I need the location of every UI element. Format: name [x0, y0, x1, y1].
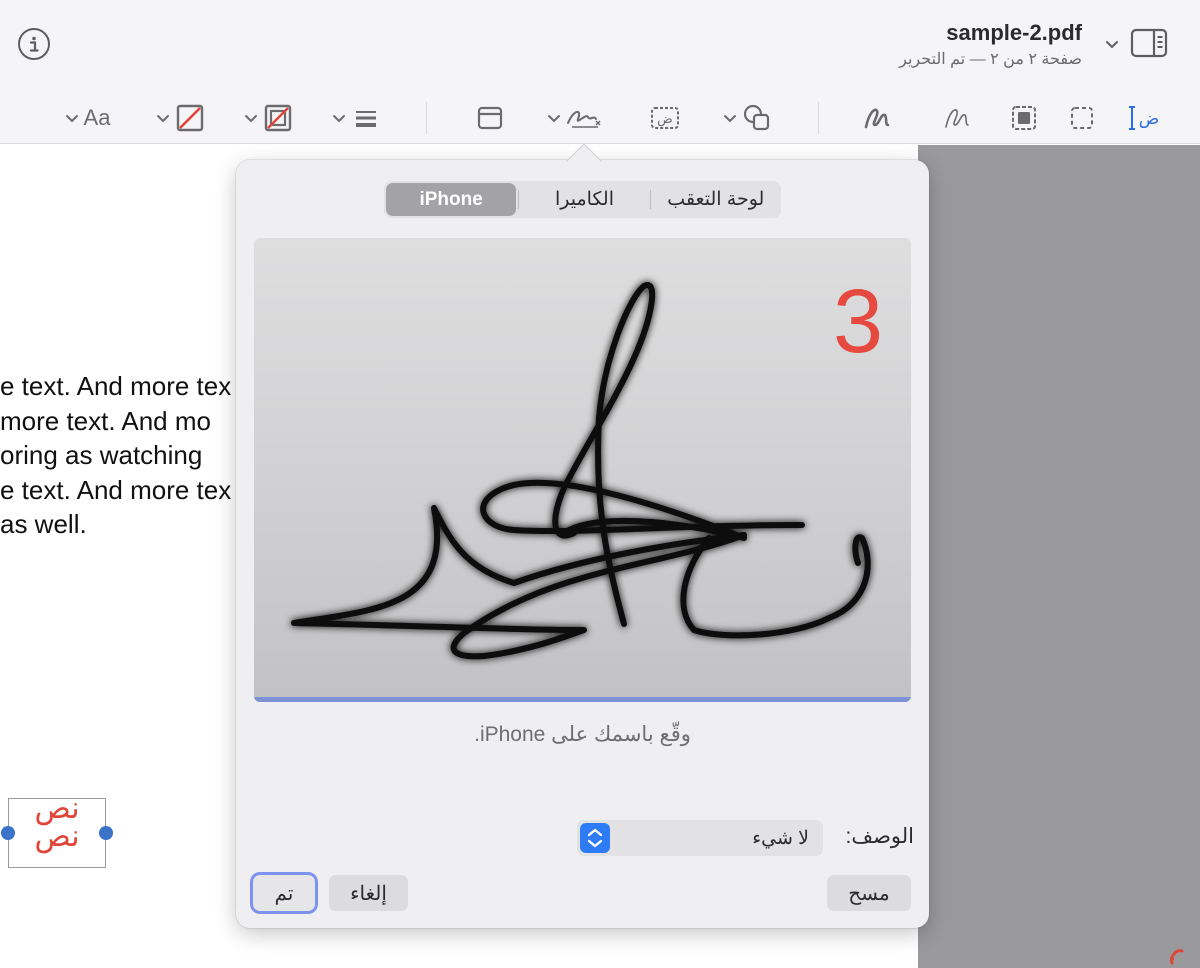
chevron-down-icon [157, 115, 169, 123]
text-box-glyph: ض [657, 112, 673, 127]
tab-iphone[interactable]: iPhone [386, 183, 517, 216]
info-icon[interactable] [18, 28, 50, 60]
resize-handle-right[interactable] [99, 826, 113, 840]
clear-button[interactable]: مسح [827, 875, 911, 911]
text-box-icon: ض [651, 107, 679, 129]
resize-handle-left[interactable] [1, 826, 15, 840]
note-icon [477, 106, 503, 130]
note-button[interactable] [470, 92, 510, 144]
text-style-button[interactable]: Aa [58, 92, 116, 144]
toolbar-divider [818, 102, 819, 134]
doc-text-line: more text. And mo [0, 406, 211, 436]
doc-text-line: as well. [0, 509, 87, 539]
partial-annotation-mark [1170, 949, 1184, 965]
doc-text-line: e text. And more tex [0, 475, 232, 505]
chevron-down-icon [548, 115, 560, 123]
line-style-icon [356, 111, 376, 127]
signature-instruction: وقّع باسمك على iPhone. [474, 723, 691, 746]
fill-color-button[interactable] [238, 92, 298, 144]
chevron-down-icon [333, 115, 345, 123]
border-color-button[interactable] [150, 92, 210, 144]
text-select-button[interactable]: ض [1120, 92, 1166, 144]
draw-icon [864, 108, 890, 129]
doc-text-line: e text. And more tex [0, 371, 232, 401]
shapes-button[interactable] [718, 92, 776, 144]
toolbar-divider [426, 102, 427, 134]
text-select-icon: ض [1129, 106, 1160, 130]
sketch-icon [945, 109, 969, 128]
sidebar-pane [918, 145, 1200, 968]
shapes-icon [743, 104, 770, 131]
line-style-button[interactable] [326, 92, 384, 144]
smart-select-icon [1012, 106, 1036, 130]
tab-camera[interactable]: الكاميرا [519, 181, 649, 218]
text-style-icon: Aa [83, 105, 111, 130]
document-subtitle: صفحة ٢ من ٢ — تم التحرير [899, 51, 1082, 68]
chevron-down-icon [245, 115, 257, 123]
description-label: الوصف: [845, 825, 915, 848]
signature-drawing [291, 281, 871, 660]
rect-select-icon [1071, 107, 1093, 129]
document-title: sample-2.pdf [946, 20, 1082, 45]
sign-icon [567, 111, 601, 128]
sign-button[interactable] [544, 92, 606, 144]
doc-text-line: oring as watching [0, 440, 203, 470]
text-select-glyph: ض [1139, 109, 1160, 129]
done-button[interactable]: تم [250, 872, 318, 914]
border-color-icon [176, 104, 204, 132]
chevron-down-icon [724, 115, 736, 123]
chevron-down-icon [65, 115, 78, 123]
signature-source-tabs: iPhone الكاميرا لوحة التعقب [384, 181, 781, 218]
fill-color-icon [264, 104, 292, 132]
tab-trackpad[interactable]: لوحة التعقب [651, 181, 781, 218]
rect-select-button[interactable] [1062, 92, 1102, 144]
sketch-button[interactable] [936, 92, 976, 144]
text-box-button[interactable]: ض [644, 92, 686, 144]
popover-arrow [566, 143, 602, 162]
text-annotation[interactable]: نص نص [8, 794, 106, 852]
sidebar-toggle-icon[interactable] [1130, 28, 1168, 58]
description-select[interactable]: لا شيء [577, 820, 823, 856]
title-bar: sample-2.pdf صفحة ٢ من ٢ — تم التحرير [0, 0, 1200, 92]
chevron-down-icon[interactable] [1102, 34, 1122, 54]
smart-lasso-button[interactable] [1004, 92, 1044, 144]
select-stepper-icon [580, 823, 610, 853]
countdown-number: 3 [832, 272, 884, 372]
draw-button[interactable] [856, 92, 896, 144]
cancel-button[interactable]: إلغاء [329, 875, 408, 911]
markup-toolbar: Aa ض ض [0, 92, 1200, 144]
description-value: لا شيء [752, 828, 809, 849]
